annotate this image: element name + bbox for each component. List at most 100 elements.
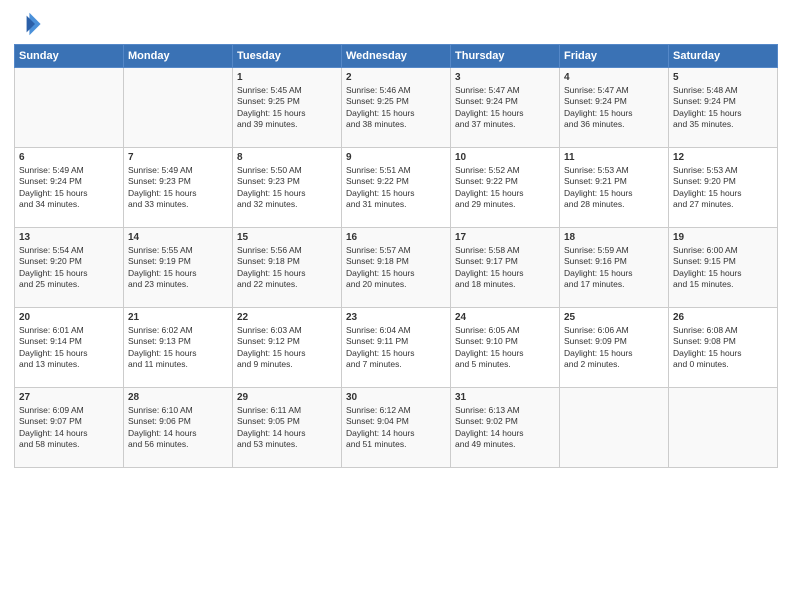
day-cell: 10 Sunrise: 5:52 AM Sunset: 9:22 PM Dayli…	[451, 148, 560, 228]
logo	[14, 10, 46, 38]
day-cell: 7 Sunrise: 5:49 AM Sunset: 9:23 PM Daylig…	[124, 148, 233, 228]
day-number: 18	[564, 232, 664, 243]
day-number: 24	[455, 312, 555, 323]
day-number: 13	[19, 232, 119, 243]
day-cell: 19 Sunrise: 6:00 AM Sunset: 9:15 PM Dayli…	[669, 228, 778, 308]
day-content: Sunrise: 5:57 AM Sunset: 9:18 PM Dayligh…	[346, 245, 446, 291]
day-cell: 25 Sunrise: 6:06 AM Sunset: 9:09 PM Dayli…	[560, 308, 669, 388]
day-cell: 21 Sunrise: 6:02 AM Sunset: 9:13 PM Dayli…	[124, 308, 233, 388]
day-content: Sunrise: 5:58 AM Sunset: 9:17 PM Dayligh…	[455, 245, 555, 291]
day-number: 20	[19, 312, 119, 323]
page: SundayMondayTuesdayWednesdayThursdayFrid…	[0, 0, 792, 612]
header	[14, 10, 778, 38]
day-cell: 31Sunrise: 6:13 AM Sunset: 9:02 PM Dayli…	[451, 388, 560, 468]
day-number: 1	[237, 72, 337, 83]
day-content: Sunrise: 5:45 AM Sunset: 9:25 PM Dayligh…	[237, 85, 337, 131]
week-row-2: 6Sunrise: 5:49 AM Sunset: 9:24 PM Daylig…	[15, 148, 778, 228]
day-content: Sunrise: 5:51 AM Sunset: 9:22 PM Dayligh…	[346, 165, 446, 211]
day-cell: 17Sunrise: 5:58 AM Sunset: 9:17 PM Dayli…	[451, 228, 560, 308]
day-content: Sunrise: 5:47 AM Sunset: 9:24 PM Dayligh…	[455, 85, 555, 131]
week-row-5: 27 Sunrise: 6:09 AM Sunset: 9:07 PM Dayli…	[15, 388, 778, 468]
day-number: 25	[564, 312, 664, 323]
day-number: 27	[19, 392, 119, 403]
day-content: Sunrise: 5:49 AM Sunset: 9:24 PM Dayligh…	[19, 165, 119, 211]
day-content: Sunrise: 5:59 AM Sunset: 9:16 PM Dayligh…	[564, 245, 664, 291]
day-cell: 2Sunrise: 5:46 AM Sunset: 9:25 PM Daylig…	[342, 68, 451, 148]
day-cell	[15, 68, 124, 148]
day-header-friday: Friday	[560, 45, 669, 68]
day-content: Sunrise: 5:53 AM Sunset: 9:21 PM Dayligh…	[564, 165, 664, 211]
day-number: 4	[564, 72, 664, 83]
day-content: Sunrise: 5:52 AM Sunset: 9:22 PM Dayligh…	[455, 165, 555, 211]
day-content: Sunrise: 6:11 AM Sunset: 9:05 PM Dayligh…	[237, 405, 337, 451]
day-cell: 9Sunrise: 5:51 AM Sunset: 9:22 PM Daylig…	[342, 148, 451, 228]
day-cell: 1 Sunrise: 5:45 AM Sunset: 9:25 PM Daylig…	[233, 68, 342, 148]
day-number: 21	[128, 312, 228, 323]
day-cell: 5Sunrise: 5:48 AM Sunset: 9:24 PM Daylig…	[669, 68, 778, 148]
day-content: Sunrise: 6:02 AM Sunset: 9:13 PM Dayligh…	[128, 325, 228, 371]
day-number: 5	[673, 72, 773, 83]
day-header-monday: Monday	[124, 45, 233, 68]
day-number: 15	[237, 232, 337, 243]
day-cell	[124, 68, 233, 148]
day-content: Sunrise: 6:06 AM Sunset: 9:09 PM Dayligh…	[564, 325, 664, 371]
day-cell: 24Sunrise: 6:05 AM Sunset: 9:10 PM Dayli…	[451, 308, 560, 388]
day-number: 2	[346, 72, 446, 83]
day-content: Sunrise: 5:49 AM Sunset: 9:23 PM Dayligh…	[128, 165, 228, 211]
calendar-header: SundayMondayTuesdayWednesdayThursdayFrid…	[15, 45, 778, 68]
day-number: 11	[564, 152, 664, 163]
day-header-thursday: Thursday	[451, 45, 560, 68]
day-number: 14	[128, 232, 228, 243]
day-cell: 16 Sunrise: 5:57 AM Sunset: 9:18 PM Dayli…	[342, 228, 451, 308]
day-cell: 29 Sunrise: 6:11 AM Sunset: 9:05 PM Dayli…	[233, 388, 342, 468]
day-content: Sunrise: 6:09 AM Sunset: 9:07 PM Dayligh…	[19, 405, 119, 451]
day-cell: 23Sunrise: 6:04 AM Sunset: 9:11 PM Dayli…	[342, 308, 451, 388]
calendar-body: 1 Sunrise: 5:45 AM Sunset: 9:25 PM Daylig…	[15, 68, 778, 468]
header-row: SundayMondayTuesdayWednesdayThursdayFrid…	[15, 45, 778, 68]
day-cell: 6Sunrise: 5:49 AM Sunset: 9:24 PM Daylig…	[15, 148, 124, 228]
calendar-table: SundayMondayTuesdayWednesdayThursdayFrid…	[14, 44, 778, 468]
day-content: Sunrise: 5:55 AM Sunset: 9:19 PM Dayligh…	[128, 245, 228, 291]
day-number: 16	[346, 232, 446, 243]
day-content: Sunrise: 6:01 AM Sunset: 9:14 PM Dayligh…	[19, 325, 119, 371]
day-content: Sunrise: 6:03 AM Sunset: 9:12 PM Dayligh…	[237, 325, 337, 371]
day-cell: 26Sunrise: 6:08 AM Sunset: 9:08 PM Dayli…	[669, 308, 778, 388]
day-cell: 14 Sunrise: 5:55 AM Sunset: 9:19 PM Dayli…	[124, 228, 233, 308]
day-content: Sunrise: 5:54 AM Sunset: 9:20 PM Dayligh…	[19, 245, 119, 291]
day-content: Sunrise: 5:53 AM Sunset: 9:20 PM Dayligh…	[673, 165, 773, 211]
day-content: Sunrise: 5:47 AM Sunset: 9:24 PM Dayligh…	[564, 85, 664, 131]
day-content: Sunrise: 5:56 AM Sunset: 9:18 PM Dayligh…	[237, 245, 337, 291]
day-number: 28	[128, 392, 228, 403]
day-content: Sunrise: 6:00 AM Sunset: 9:15 PM Dayligh…	[673, 245, 773, 291]
day-number: 26	[673, 312, 773, 323]
day-header-saturday: Saturday	[669, 45, 778, 68]
day-cell: 18 Sunrise: 5:59 AM Sunset: 9:16 PM Dayli…	[560, 228, 669, 308]
day-cell: 11 Sunrise: 5:53 AM Sunset: 9:21 PM Dayli…	[560, 148, 669, 228]
day-number: 19	[673, 232, 773, 243]
day-cell: 28 Sunrise: 6:10 AM Sunset: 9:06 PM Dayli…	[124, 388, 233, 468]
day-number: 29	[237, 392, 337, 403]
day-header-sunday: Sunday	[15, 45, 124, 68]
day-cell	[669, 388, 778, 468]
day-content: Sunrise: 6:10 AM Sunset: 9:06 PM Dayligh…	[128, 405, 228, 451]
day-number: 30	[346, 392, 446, 403]
day-cell: 22Sunrise: 6:03 AM Sunset: 9:12 PM Dayli…	[233, 308, 342, 388]
day-cell: 8 Sunrise: 5:50 AM Sunset: 9:23 PM Daylig…	[233, 148, 342, 228]
week-row-1: 1 Sunrise: 5:45 AM Sunset: 9:25 PM Daylig…	[15, 68, 778, 148]
day-number: 8	[237, 152, 337, 163]
day-content: Sunrise: 5:50 AM Sunset: 9:23 PM Dayligh…	[237, 165, 337, 211]
day-number: 10	[455, 152, 555, 163]
week-row-4: 20 Sunrise: 6:01 AM Sunset: 9:14 PM Dayli…	[15, 308, 778, 388]
day-cell: 15 Sunrise: 5:56 AM Sunset: 9:18 PM Dayli…	[233, 228, 342, 308]
day-cell: 3Sunrise: 5:47 AM Sunset: 9:24 PM Daylig…	[451, 68, 560, 148]
day-header-tuesday: Tuesday	[233, 45, 342, 68]
day-number: 23	[346, 312, 446, 323]
day-content: Sunrise: 6:13 AM Sunset: 9:02 PM Dayligh…	[455, 405, 555, 451]
day-number: 7	[128, 152, 228, 163]
day-cell: 4 Sunrise: 5:47 AM Sunset: 9:24 PM Daylig…	[560, 68, 669, 148]
day-number: 12	[673, 152, 773, 163]
day-header-wednesday: Wednesday	[342, 45, 451, 68]
day-cell	[560, 388, 669, 468]
day-cell: 30 Sunrise: 6:12 AM Sunset: 9:04 PM Dayli…	[342, 388, 451, 468]
day-content: Sunrise: 6:12 AM Sunset: 9:04 PM Dayligh…	[346, 405, 446, 451]
